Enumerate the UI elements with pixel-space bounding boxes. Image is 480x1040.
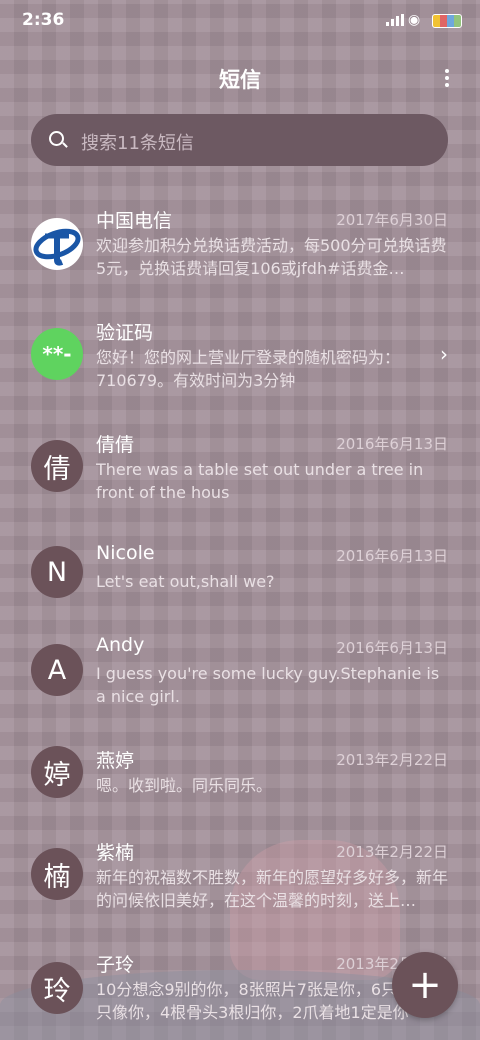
message-sender: Nicole: [96, 542, 155, 564]
list-item[interactable]: N Nicole 2016年6月13日 Let's eat out,shall …: [0, 530, 480, 630]
message-sender: 燕婷: [96, 750, 135, 772]
message-sender: 中国电信: [96, 210, 173, 232]
message-preview: There was a table set out under a tree i…: [96, 460, 424, 502]
message-date: 2016年6月13日: [336, 435, 448, 453]
more-options-icon[interactable]: [436, 66, 458, 92]
message-sender: Andy: [96, 634, 145, 656]
chevron-right-icon[interactable]: ›: [440, 342, 448, 366]
avatar: 倩: [31, 440, 83, 492]
message-preview: 您好！您的网上营业厅登录的随机密码为：710679。有效时间为3分钟: [96, 348, 401, 390]
message-sender: 紫楠: [96, 842, 135, 864]
message-date: 2016年6月13日: [336, 547, 448, 565]
message-preview: Let's eat out,shall we?: [96, 572, 275, 591]
avatar: A: [31, 644, 83, 696]
list-item[interactable]: **- 验证码 您好！您的网上营业厅登录的随机密码为：710679。有效时间为3…: [0, 304, 480, 404]
wifi-icon: ◉: [408, 12, 421, 28]
battery-icon: [432, 14, 462, 28]
message-preview: 欢迎参加积分兑换话费活动，每500分可兑换话费5元，兑换话费请回复106或jfd…: [96, 236, 447, 278]
verification-code-avatar: **-: [31, 328, 83, 380]
status-time: 2:36: [22, 10, 65, 30]
message-date: 2013年2月22日: [336, 751, 448, 769]
search-placeholder: 搜索11条短信: [81, 133, 194, 154]
message-preview: 新年的祝福数不胜数，新年的愿望好多好多，新年的问候依旧美好，在这个温馨的时刻，送…: [96, 868, 449, 910]
message-sender: 验证码: [96, 322, 154, 344]
message-sender: 倩倩: [96, 434, 135, 456]
list-item[interactable]: 中国电信 2017年6月30日 欢迎参加积分兑换话费活动，每500分可兑换话费5…: [0, 190, 480, 290]
status-bar: 2:36 ◉: [0, 0, 480, 44]
message-preview: I guess you're some lucky guy.Stephanie …: [96, 664, 440, 706]
signal-icon: [386, 14, 404, 26]
message-preview: 嗯。收到啦。同乐同乐。: [96, 776, 273, 795]
avatar: 楠: [31, 848, 83, 900]
page-title: 短信: [219, 68, 261, 92]
china-telecom-logo: [31, 218, 83, 270]
message-date: 2017年6月30日: [336, 211, 448, 229]
avatar: 玲: [31, 962, 83, 1014]
message-sender: 子玲: [96, 954, 135, 976]
message-date: 2013年2月22日: [336, 843, 448, 861]
search-input[interactable]: 搜索11条短信: [31, 114, 448, 166]
list-item[interactable]: 楠 紫楠 2013年2月22日 新年的祝福数不胜数，新年的愿望好多好多，新年的问…: [0, 824, 480, 924]
list-item[interactable]: A Andy 2016年6月13日 I guess you're some lu…: [0, 620, 480, 720]
list-item[interactable]: 倩 倩倩 2016年6月13日 There was a table set ou…: [0, 418, 480, 518]
avatar: N: [31, 546, 83, 598]
new-message-button[interactable]: +: [392, 952, 458, 1018]
list-item[interactable]: 婷 燕婷 2013年2月22日 嗯。收到啦。同乐同乐。: [0, 734, 480, 834]
search-icon: [49, 131, 64, 146]
message-date: 2016年6月13日: [336, 639, 448, 657]
avatar: 婷: [31, 746, 83, 798]
